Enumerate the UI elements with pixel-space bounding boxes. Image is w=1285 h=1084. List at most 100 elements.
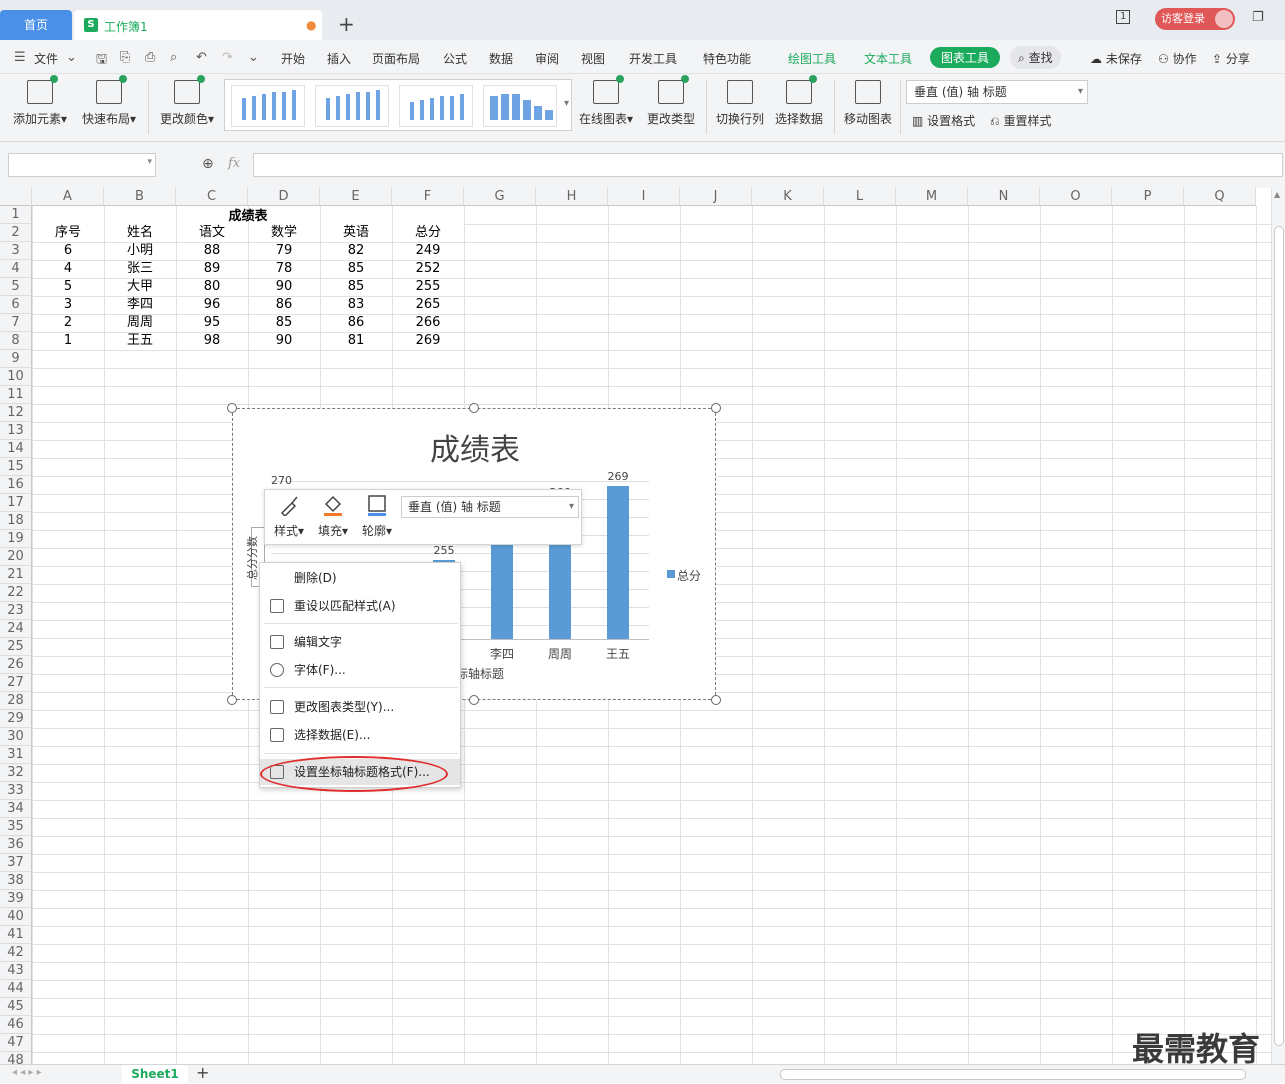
table-cell[interactable]: 2 — [32, 314, 104, 332]
table-cell[interactable]: 81 — [320, 332, 392, 350]
row-header[interactable]: 48 — [0, 1052, 32, 1064]
restore-window-icon[interactable]: ❐ — [1252, 10, 1264, 25]
table-cell[interactable]: 1 — [32, 332, 104, 350]
row-header[interactable]: 41 — [0, 926, 32, 944]
fx-icon[interactable]: fx — [228, 156, 240, 171]
switch-row-col-button[interactable]: 切换行列 — [714, 78, 766, 127]
menu-developer[interactable]: 开发工具 — [629, 50, 677, 67]
sheet-nav-icons[interactable]: ◂ ◂ ▸ ▸ — [12, 1067, 42, 1078]
menu-formula[interactable]: 公式 — [443, 50, 467, 67]
tab-workbook[interactable]: S 工作簿1 ● — [74, 10, 322, 40]
chart-style-3[interactable] — [399, 85, 473, 127]
row-header[interactable]: 6 — [0, 296, 32, 314]
table-cell[interactable]: 4 — [32, 260, 104, 278]
table-cell[interactable]: 86 — [248, 296, 320, 314]
customize-quick-access-icon[interactable]: ⌄ — [248, 50, 259, 65]
row-header[interactable]: 30 — [0, 728, 32, 746]
menu-page-layout[interactable]: 页面布局 — [372, 50, 420, 67]
menu-item-font[interactable]: 字体(F)... — [260, 657, 460, 683]
row-header[interactable]: 28 — [0, 692, 32, 710]
resize-handle-sw[interactable] — [227, 695, 237, 705]
menu-insert[interactable]: 插入 — [327, 50, 351, 67]
add-sheet-button[interactable]: + — [196, 1063, 209, 1082]
scroll-thumb[interactable] — [1274, 226, 1284, 1046]
row-header[interactable]: 27 — [0, 674, 32, 692]
row-header[interactable]: 8 — [0, 332, 32, 350]
chart-style-2[interactable] — [315, 85, 389, 127]
row-header[interactable]: 7 — [0, 314, 32, 332]
undo-icon[interactable]: ↶ — [196, 50, 207, 65]
table-cell[interactable]: 周周 — [104, 314, 176, 332]
row-header[interactable]: 23 — [0, 602, 32, 620]
row-header[interactable]: 40 — [0, 908, 32, 926]
table-cell[interactable]: 序号 — [32, 224, 104, 242]
row-header[interactable]: 26 — [0, 656, 32, 674]
save-icon[interactable]: 🖫 — [96, 50, 107, 72]
menu-start[interactable]: 开始 — [281, 50, 305, 67]
element-select[interactable]: 垂直 (值) 轴 标题 — [401, 496, 579, 518]
row-header[interactable]: 18 — [0, 512, 32, 530]
visitor-login-button[interactable]: 访客登录 — [1155, 8, 1235, 30]
table-cell[interactable]: 83 — [320, 296, 392, 314]
table-cell[interactable]: 张三 — [104, 260, 176, 278]
column-header[interactable]: D — [248, 188, 320, 206]
hamburger-icon[interactable]: ☰ — [14, 50, 26, 65]
search-button[interactable]: ⌕ 查找 — [1010, 46, 1061, 69]
column-header[interactable]: Q — [1184, 188, 1256, 206]
chevron-down-icon[interactable]: ▾ — [147, 157, 152, 167]
row-header[interactable]: 38 — [0, 872, 32, 890]
row-header[interactable]: 2 — [0, 224, 32, 242]
row-header[interactable]: 32 — [0, 764, 32, 782]
tab-home[interactable]: 首页 — [0, 10, 72, 40]
table-cell[interactable]: 98 — [176, 332, 248, 350]
change-type-button[interactable]: 更改类型 — [644, 75, 698, 127]
row-header[interactable]: 10 — [0, 368, 32, 386]
row-header[interactable]: 14 — [0, 440, 32, 458]
column-header[interactable]: A — [32, 188, 104, 206]
table-cell[interactable]: 80 — [176, 278, 248, 296]
row-header[interactable]: 39 — [0, 890, 32, 908]
column-header[interactable]: G — [464, 188, 536, 206]
select-data-button[interactable]: 选择数据 — [772, 75, 826, 127]
table-cell[interactable]: 姓名 — [104, 224, 176, 242]
row-header[interactable]: 4 — [0, 260, 32, 278]
gallery-more-icon[interactable]: ▾ — [564, 98, 569, 109]
column-header[interactable]: E — [320, 188, 392, 206]
table-cell[interactable]: 252 — [392, 260, 464, 278]
table-cell[interactable]: 85 — [320, 260, 392, 278]
column-header[interactable]: I — [608, 188, 680, 206]
table-cell[interactable]: 82 — [320, 242, 392, 260]
table-cell[interactable]: 86 — [320, 314, 392, 332]
sheet-tab[interactable]: Sheet1 — [122, 1065, 188, 1084]
column-header[interactable]: H — [536, 188, 608, 206]
unsaved-button[interactable]: ☁ 未保存 — [1090, 50, 1142, 67]
row-header[interactable]: 5 — [0, 278, 32, 296]
change-color-button[interactable]: 更改颜色▾ — [156, 75, 218, 127]
row-header[interactable]: 34 — [0, 800, 32, 818]
chart-title[interactable]: 成绩表 — [233, 425, 717, 469]
table-cell[interactable]: 88 — [176, 242, 248, 260]
row-header[interactable]: 19 — [0, 530, 32, 548]
column-header[interactable]: B — [104, 188, 176, 206]
table-cell[interactable]: 266 — [392, 314, 464, 332]
reset-style-button[interactable]: ⎌ 重置样式 — [990, 112, 1051, 129]
resize-handle-se[interactable] — [711, 695, 721, 705]
add-element-button[interactable]: 添加元素▾ — [10, 75, 70, 127]
table-cell[interactable]: 3 — [32, 296, 104, 314]
row-header[interactable]: 47 — [0, 1034, 32, 1052]
menu-drawing-tools[interactable]: 绘图工具 — [788, 50, 836, 67]
menu-item-delete[interactable]: 删除(D) — [260, 565, 460, 591]
table-cell[interactable]: 79 — [248, 242, 320, 260]
table-cell[interactable]: 269 — [392, 332, 464, 350]
menu-chart-tools[interactable]: 图表工具 — [930, 47, 1001, 68]
column-header[interactable]: C — [176, 188, 248, 206]
horizontal-scroll-thumb[interactable] — [780, 1069, 1246, 1080]
row-header[interactable]: 29 — [0, 710, 32, 728]
table-cell[interactable]: 总分 — [392, 224, 464, 242]
table-cell[interactable]: 王五 — [104, 332, 176, 350]
quick-layout-button[interactable]: 快速布局▾ — [78, 75, 140, 127]
row-header[interactable]: 20 — [0, 548, 32, 566]
chart-bar[interactable] — [607, 486, 629, 639]
menu-review[interactable]: 审阅 — [535, 50, 559, 67]
menu-file[interactable]: 文件 — [34, 50, 58, 67]
